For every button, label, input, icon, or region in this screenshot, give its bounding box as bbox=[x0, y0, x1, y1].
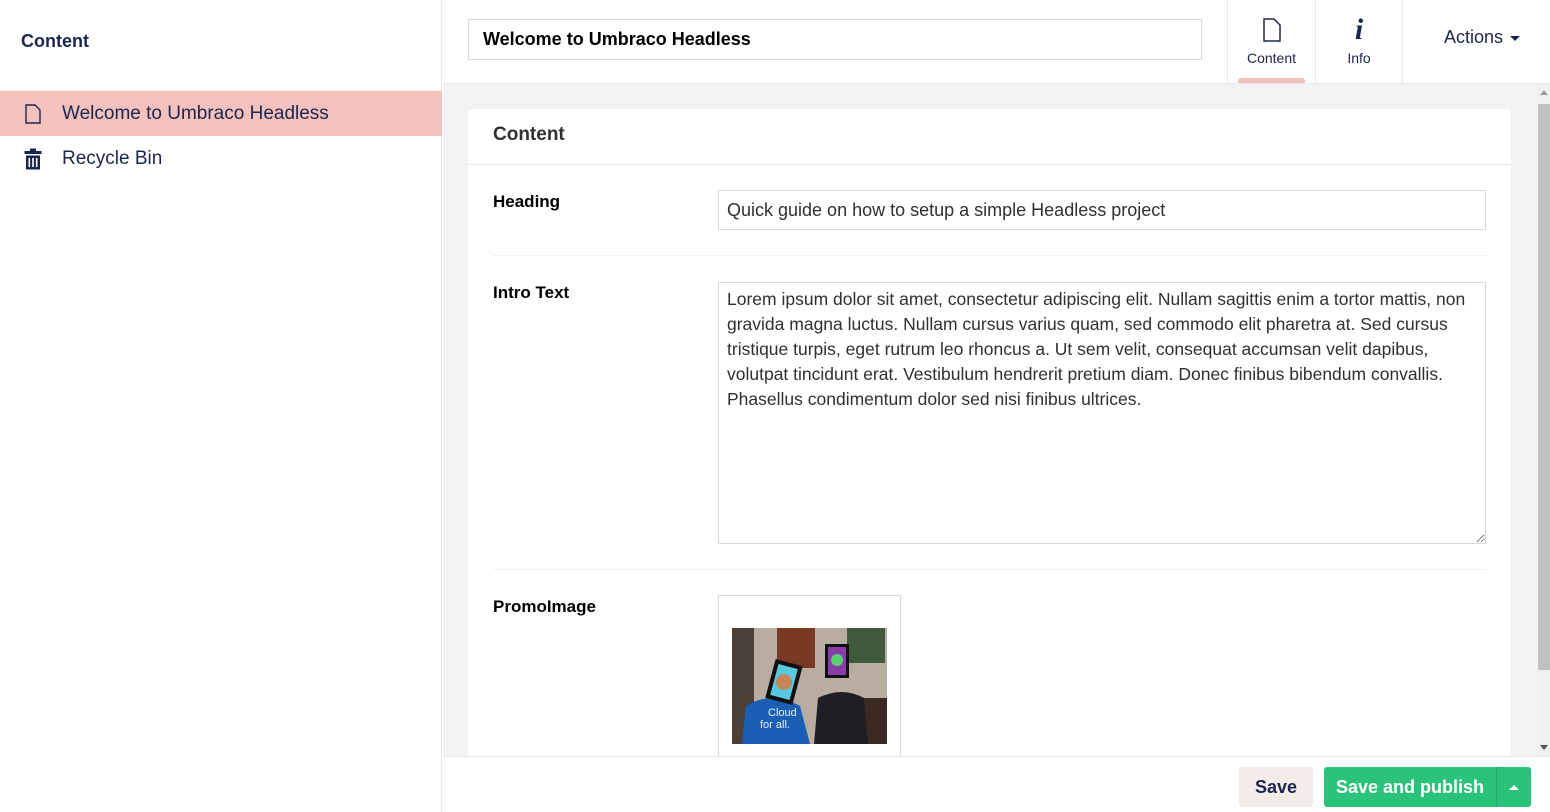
promo-image-thumbnail: Cloud for all. bbox=[732, 628, 887, 744]
tab-label: Content bbox=[1246, 50, 1297, 66]
property-heading: Heading bbox=[493, 165, 1486, 256]
property-intro-text: Intro Text Lorem ipsum dolor sit amet, c… bbox=[493, 256, 1486, 570]
svg-text:for all.: for all. bbox=[760, 719, 790, 731]
tab-content[interactable]: Content bbox=[1227, 0, 1315, 83]
save-button[interactable]: Save bbox=[1239, 767, 1313, 807]
scroll-up-arrow-icon[interactable] bbox=[1540, 90, 1548, 95]
info-icon: i bbox=[1354, 13, 1364, 46]
tree-item-label: Welcome to Umbraco Headless bbox=[62, 102, 329, 124]
heading-input[interactable] bbox=[718, 190, 1486, 230]
publish-options-button[interactable] bbox=[1496, 767, 1531, 807]
save-and-publish-button[interactable]: Save and publish bbox=[1324, 767, 1496, 807]
media-picker-item[interactable]: Cloud for all. bbox=[718, 595, 901, 756]
scroll-thumb[interactable] bbox=[1538, 104, 1550, 670]
group-title: Content bbox=[468, 109, 1511, 165]
scroll-down-arrow-icon[interactable] bbox=[1540, 745, 1548, 750]
caret-up-icon bbox=[1509, 784, 1519, 790]
content-apps: Content i Info bbox=[1227, 0, 1403, 83]
document-icon bbox=[23, 102, 43, 126]
tab-label: Info bbox=[1347, 50, 1371, 66]
editor-footer: Save Save and publish bbox=[443, 756, 1550, 812]
document-name-input[interactable] bbox=[468, 19, 1202, 60]
editor-main: Content Heading Intro Text Lorem ipsum d… bbox=[443, 84, 1538, 756]
tree-item-label: Recycle Bin bbox=[62, 147, 163, 169]
intro-text-textarea[interactable]: Lorem ipsum dolor sit amet, consectetur … bbox=[718, 282, 1486, 544]
publish-button-group: Save and publish bbox=[1324, 767, 1531, 807]
tree-item-recycle-bin[interactable]: Recycle Bin bbox=[0, 136, 442, 181]
trash-icon bbox=[23, 147, 43, 171]
property-group-card: Content Heading Intro Text Lorem ipsum d… bbox=[468, 109, 1511, 756]
svg-text:Cloud: Cloud bbox=[768, 707, 797, 719]
active-tab-indicator bbox=[1238, 78, 1305, 83]
content-tree: Welcome to Umbraco Headless Recycle Bin bbox=[0, 91, 442, 181]
property-promo-image: PromoImage Cloud for all. bbox=[493, 570, 1486, 756]
actions-dropdown[interactable]: Actions bbox=[1444, 27, 1520, 48]
sidebar: Content Welcome to Umbraco Headless Recy… bbox=[0, 0, 442, 812]
sidebar-title: Content bbox=[21, 31, 89, 51]
tree-item-welcome[interactable]: Welcome to Umbraco Headless bbox=[0, 91, 442, 136]
property-label: Intro Text bbox=[493, 283, 570, 302]
property-label: Heading bbox=[493, 192, 561, 211]
main-scrollbar[interactable] bbox=[1538, 84, 1550, 756]
caret-down-icon bbox=[1510, 36, 1520, 41]
editor-header: Content i Info Actions bbox=[443, 0, 1550, 84]
actions-label: Actions bbox=[1443, 27, 1503, 47]
document-icon bbox=[1262, 16, 1281, 44]
property-label: PromoImage bbox=[493, 597, 596, 616]
tab-info[interactable]: i Info bbox=[1315, 0, 1403, 83]
